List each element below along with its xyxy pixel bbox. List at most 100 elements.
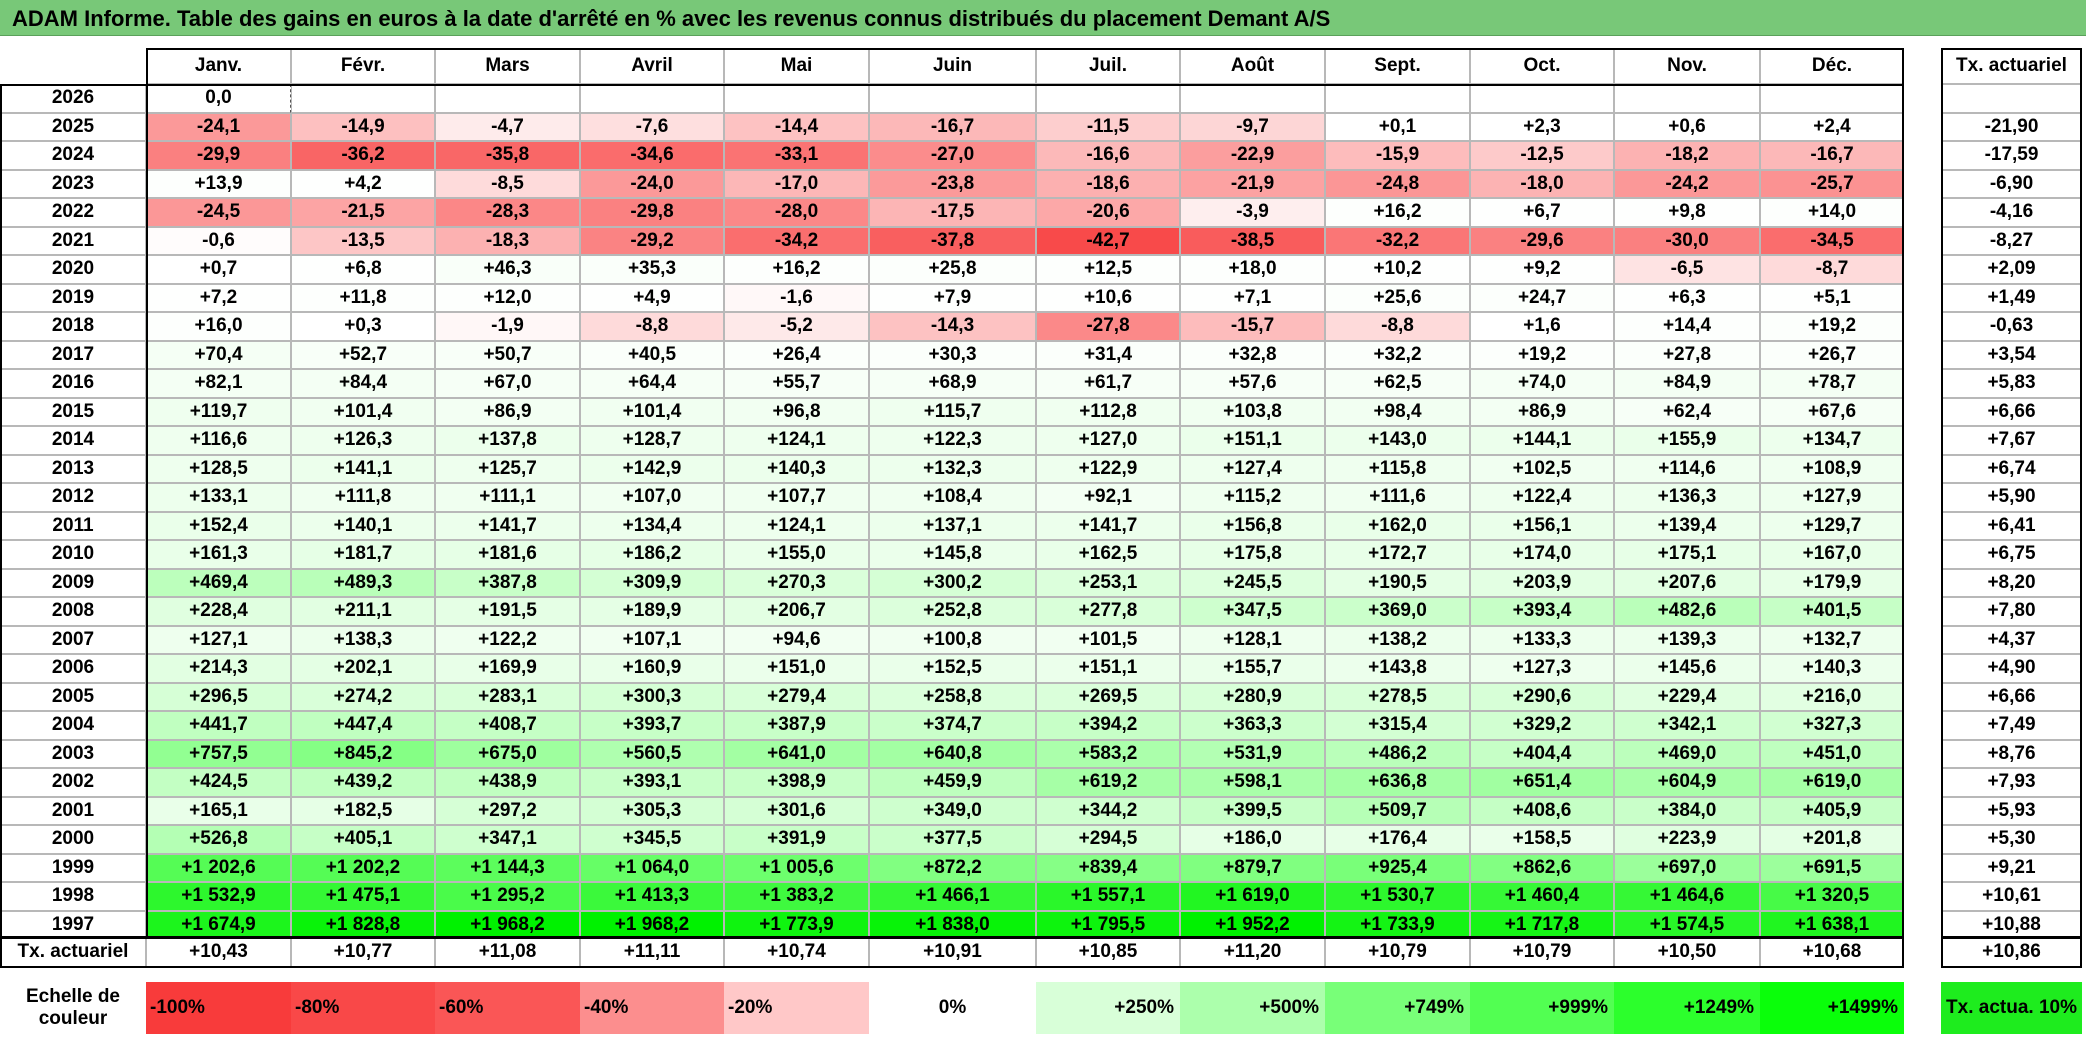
value-cell: +152,5 [869,654,1036,683]
value-cell: +229,4 [1614,682,1760,711]
value-cell: +174,0 [1470,540,1614,569]
value-cell: +207,6 [1614,568,1760,597]
value-cell: +1 574,5 [1614,910,1760,939]
scale-swatch: +1499% [1760,982,1904,1034]
value-cell: +175,8 [1180,540,1325,569]
value-cell: +387,8 [435,568,580,597]
value-cell: -28,0 [724,198,869,227]
value-cell: +469,0 [1614,739,1760,768]
scale-label: Echelle de couleur [26,986,120,1029]
rate-cell: -17,59 [1941,141,2082,170]
year-label: 2013 [0,454,146,483]
value-cell: -24,2 [1614,169,1760,198]
value-cell: +296,5 [146,682,291,711]
value-cell: +155,7 [1180,654,1325,683]
value-cell: +162,5 [1036,540,1180,569]
rate-cell: +7,49 [1941,711,2082,740]
rate-cell: -6,90 [1941,169,2082,198]
value-cell: +128,5 [146,454,291,483]
value-cell: +1 320,5 [1760,882,1904,911]
value-cell: +139,4 [1614,511,1760,540]
rate-header: Tx. actuariel [1941,48,2082,84]
value-cell: +0,1 [1325,112,1470,141]
value-cell: +102,5 [1470,454,1614,483]
rate-cell: +5,93 [1941,796,2082,825]
value-cell: +107,7 [724,483,869,512]
value-cell: -15,9 [1325,141,1470,170]
value-cell: +405,9 [1760,796,1904,825]
value-cell: +2,4 [1760,112,1904,141]
value-cell: +641,0 [724,739,869,768]
value-cell: +9,8 [1614,198,1760,227]
value-cell: -34,5 [1760,226,1904,255]
year-label: 2007 [0,625,146,654]
value-cell: +9,2 [1470,255,1614,284]
value-cell: +297,2 [435,796,580,825]
value-cell: +132,3 [869,454,1036,483]
value-cell: +4,9 [580,283,724,312]
value-cell: +129,7 [1760,511,1904,540]
value-cell: +1 968,2 [435,910,580,939]
value-cell: +57,6 [1180,369,1325,398]
value-cell: +202,1 [291,654,435,683]
rate-cell: +10,88 [1941,910,2082,939]
value-cell: +94,6 [724,625,869,654]
value-cell: +127,0 [1036,426,1180,455]
value-cell: +122,2 [435,625,580,654]
value-cell: +156,1 [1470,511,1614,540]
value-cell: -27,8 [1036,312,1180,341]
value-cell: -28,3 [435,198,580,227]
value-cell: -9,7 [1180,112,1325,141]
value-cell: +408,7 [435,711,580,740]
month-header: Sept. [1325,48,1470,84]
value-cell: -8,8 [1325,312,1470,341]
value-cell: +176,4 [1325,825,1470,854]
rate-cell: +5,30 [1941,825,2082,854]
value-cell: +274,2 [291,682,435,711]
value-cell: +300,2 [869,568,1036,597]
value-cell: +7,2 [146,283,291,312]
value-cell: +1 383,2 [724,882,869,911]
value-cell: -24,1 [146,112,291,141]
rate-cell: +4,37 [1941,625,2082,654]
value-cell: +122,4 [1470,483,1614,512]
value-cell: +25,6 [1325,283,1470,312]
year-label: 2018 [0,312,146,341]
value-cell: +1 532,9 [146,882,291,911]
value-cell: +119,7 [146,397,291,426]
value-cell: +315,4 [1325,711,1470,740]
value-cell: +96,8 [724,397,869,426]
value-cell: +201,8 [1760,825,1904,854]
value-cell: +393,1 [580,768,724,797]
value-cell: +879,7 [1180,853,1325,882]
value-cell: +151,1 [1036,654,1180,683]
value-cell: +101,4 [580,397,724,426]
value-cell: +103,8 [1180,397,1325,426]
value-cell: +459,9 [869,768,1036,797]
year-label: 2014 [0,426,146,455]
value-cell: +216,0 [1760,682,1904,711]
value-cell: -8,8 [580,312,724,341]
value-cell: +181,7 [291,540,435,569]
value-cell: +1 005,6 [724,853,869,882]
footer-rate-cell: +11,11 [580,936,724,968]
year-label: 2010 [0,540,146,569]
value-cell: +489,3 [291,568,435,597]
gains-table: Janv. Févr. Mars Avril Mai Juin Juil. Août Sept.… [0,0,2086,1037]
value-cell: +158,5 [1470,825,1614,854]
value-cell: +839,4 [1036,853,1180,882]
month-header: Déc. [1760,48,1904,84]
value-cell: +67,0 [435,369,580,398]
value-cell [1760,84,1904,113]
footer-rate-cell: +10,50 [1614,936,1760,968]
value-cell: +143,8 [1325,654,1470,683]
value-cell: +469,4 [146,568,291,597]
value-cell: +143,0 [1325,426,1470,455]
rate-cell: +8,20 [1941,568,2082,597]
value-cell: +7,1 [1180,283,1325,312]
year-label: 2005 [0,682,146,711]
value-cell: +16,2 [724,255,869,284]
value-cell: +6,3 [1614,283,1760,312]
footer-rate-cell: +10,79 [1325,936,1470,968]
value-cell: +35,3 [580,255,724,284]
